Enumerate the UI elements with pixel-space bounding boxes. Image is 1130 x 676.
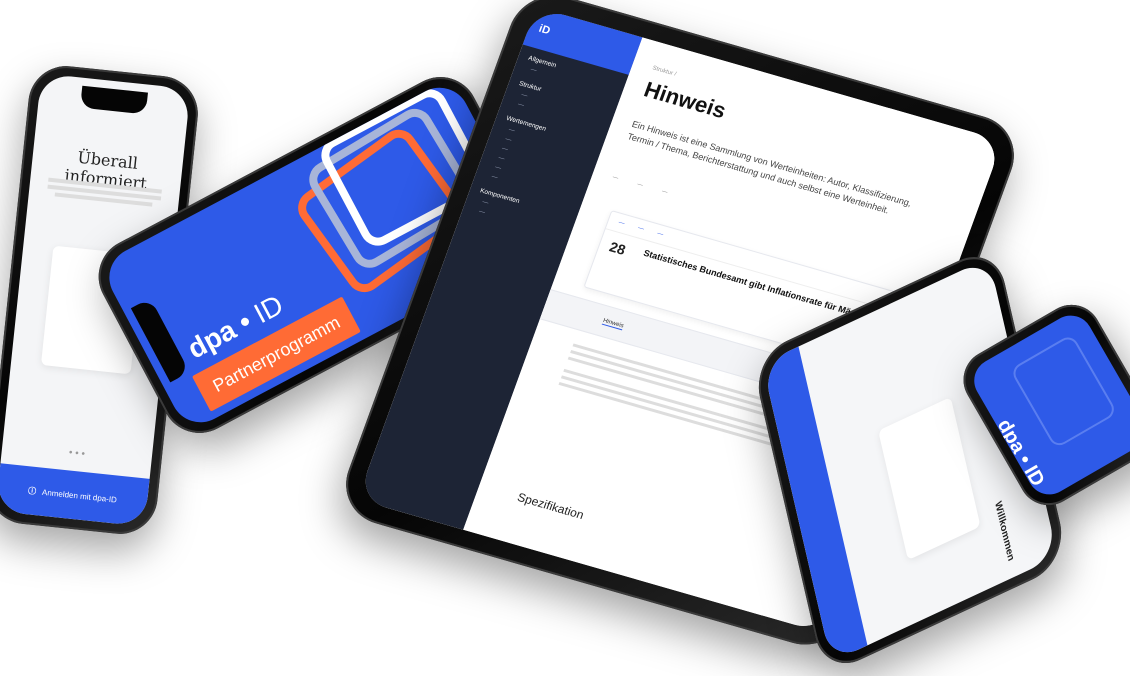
card-tab[interactable]: — xyxy=(618,220,626,227)
card-tab[interactable]: — xyxy=(656,231,664,238)
card-tab[interactable]: — xyxy=(637,225,645,232)
card-tabs: — — — xyxy=(605,211,913,316)
breadcrumb[interactable]: Struktur / xyxy=(651,65,677,77)
tab-hinweis[interactable]: Hinweis xyxy=(601,317,625,331)
pager-dots: • • • xyxy=(68,447,86,460)
card-date: 28 xyxy=(607,238,628,258)
welcome-card xyxy=(878,396,981,561)
meta-value: — xyxy=(611,174,620,182)
logo-suffix: ID xyxy=(248,288,289,330)
dpa-id-icon: ⓘ xyxy=(27,485,37,496)
page-title: Hinweis xyxy=(640,76,730,124)
login-button-label: Anmelden mit dpa-ID xyxy=(41,487,118,505)
meta-value: — xyxy=(660,188,669,196)
page-description: Ein Hinweis ist eine Sammlung von Wertei… xyxy=(626,118,913,216)
dpa-id-icon: iD xyxy=(537,22,552,38)
welcome-title: Willkommen xyxy=(992,499,1017,563)
meta-value: — xyxy=(636,181,644,189)
section-heading: Spezifikation xyxy=(515,490,586,522)
phone-notch xyxy=(80,85,148,115)
